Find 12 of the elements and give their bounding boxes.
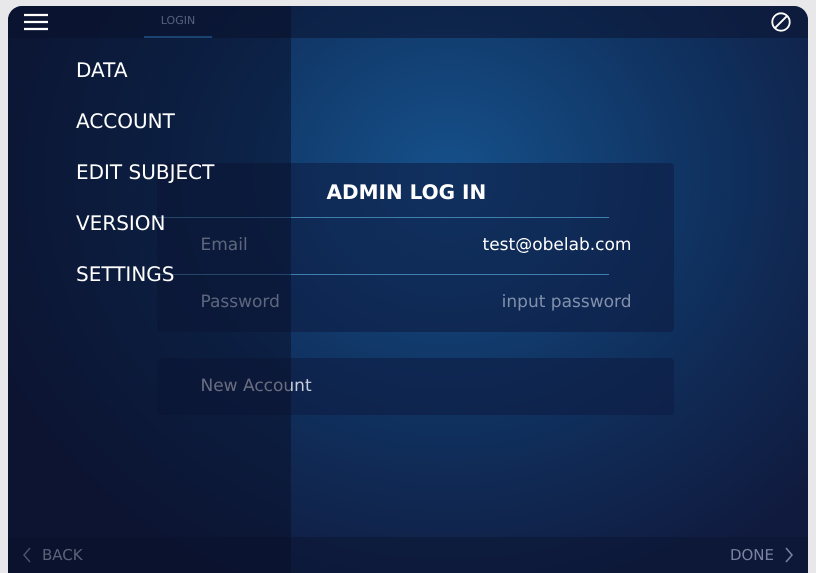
email-field[interactable]: test@obelab.com xyxy=(412,233,632,259)
field-label: Email xyxy=(200,234,248,258)
field-label: Password xyxy=(200,291,280,314)
drawer-menu-item[interactable]: ACCOUNT xyxy=(76,103,291,138)
drawer-menu-item[interactable]: EDIT SUBJECT xyxy=(76,154,291,189)
card-title: ADMIN LOG IN xyxy=(326,179,488,206)
drawer-menu-item[interactable]: DATA xyxy=(76,52,291,87)
drawer-menu-item[interactable]: SETTINGS xyxy=(76,256,291,291)
password-field[interactable]: input password xyxy=(412,290,632,316)
chevron-right-icon xyxy=(784,547,794,563)
chevron-left-icon xyxy=(22,547,32,563)
menu-icon[interactable] xyxy=(24,13,48,31)
